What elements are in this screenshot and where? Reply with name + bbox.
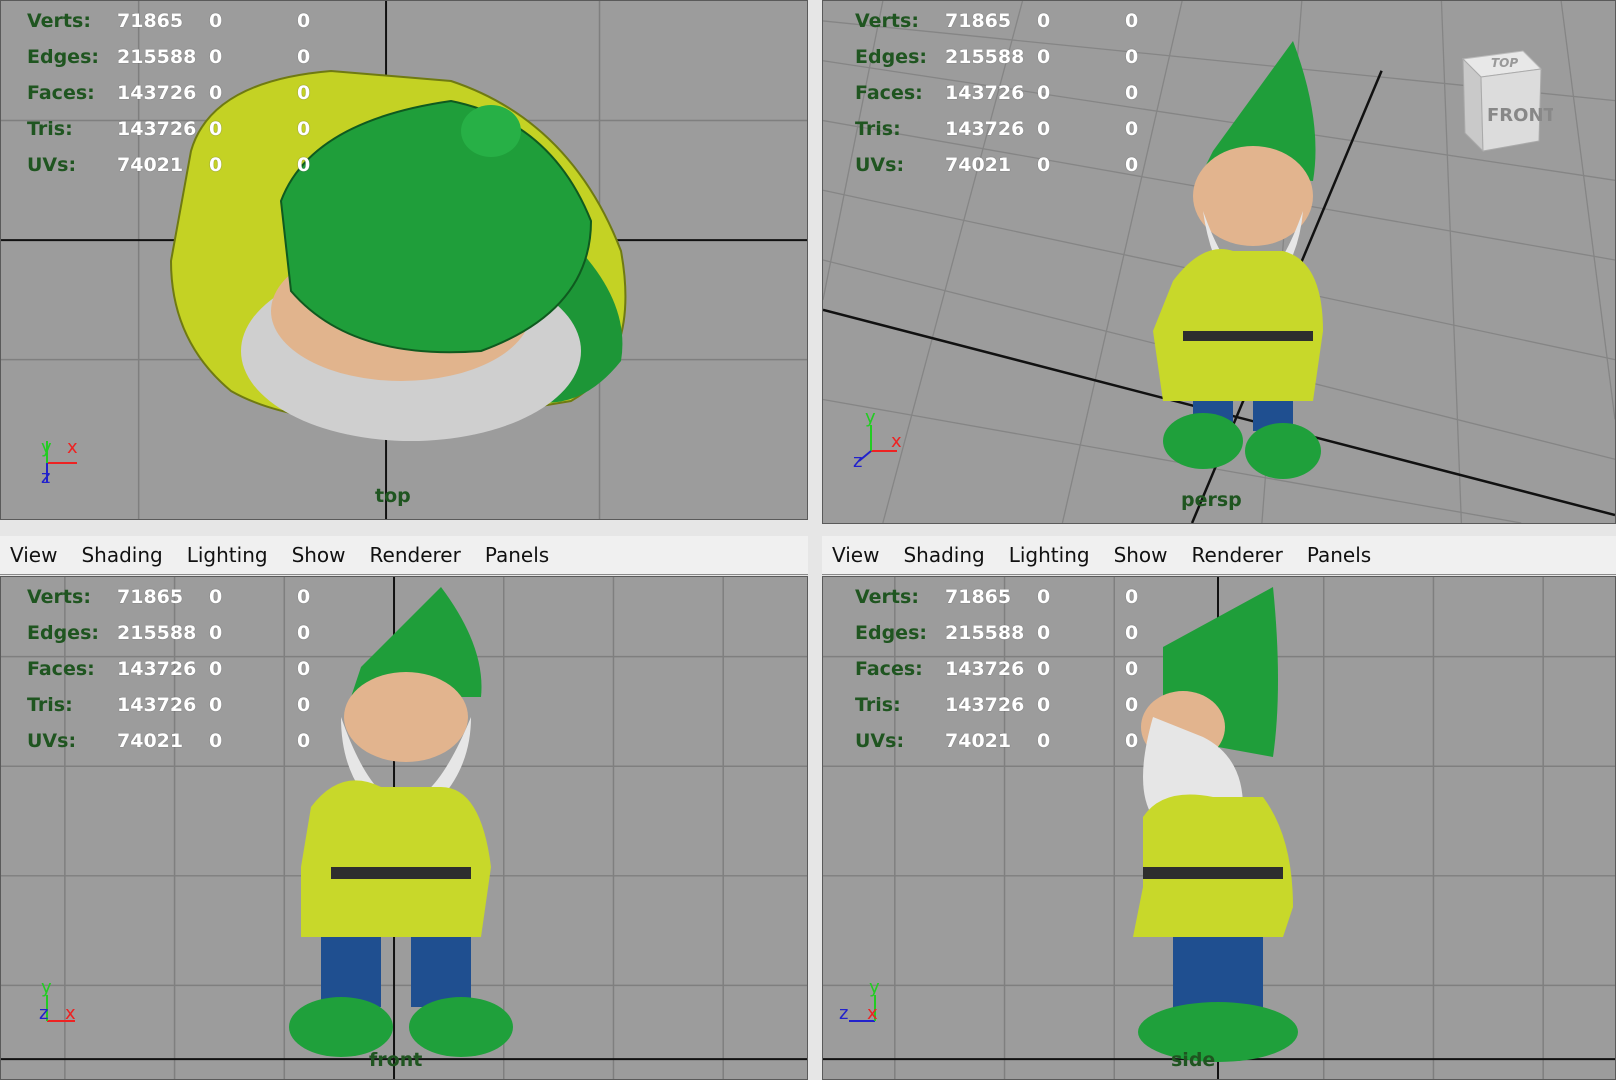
camera-label: persp <box>1181 489 1242 511</box>
axis-y-label: y <box>865 411 876 428</box>
axis-indicator: y z x <box>839 977 880 1024</box>
menu-lighting[interactable]: Lighting <box>187 543 268 567</box>
hud-row-tris: Tris: 143726 0 0 <box>855 694 1139 716</box>
poly-count-hud: Verts: 71865 0 0 Edges: 215588 0 0 Faces: 14372… <box>855 579 1165 759</box>
viewport-side[interactable]: y z x Verts: 71865 0 0 Edges: 215588 0 0 Faces… <box>822 576 1616 1080</box>
axis-x-label: x <box>891 431 902 452</box>
viewport-pane-persp[interactable]: TOP FRONT y x z Verts: 71865 0 0 Edges: 2155… <box>822 0 1616 524</box>
camera-label: side <box>1171 1049 1216 1071</box>
view-cube-top-label: TOP <box>1491 56 1518 70</box>
menu-view[interactable]: View <box>10 543 57 567</box>
viewport-pane-front[interactable]: View Shading Lighting Show Renderer Pane… <box>0 536 808 1080</box>
hud-row-faces: Faces: 143726 0 0 <box>27 82 311 104</box>
menu-renderer[interactable]: Renderer <box>370 543 461 567</box>
hud-row-uvs: UVs: 74021 0 0 <box>855 730 1139 752</box>
axis-y-label: y <box>41 977 52 998</box>
camera-label: front <box>369 1049 423 1071</box>
hud-row-verts: Verts: 71865 0 0 <box>855 10 1139 32</box>
axis-z-label: z <box>839 1003 848 1024</box>
viewport-top[interactable]: y x z Verts: 71865 0 0 Edges: 215588 0 0 Faces… <box>0 0 808 520</box>
hud-row-faces: Faces: 143726 0 0 <box>855 658 1139 680</box>
menu-panels[interactable]: Panels <box>1307 543 1371 567</box>
menu-lighting[interactable]: Lighting <box>1009 543 1090 567</box>
hud-row-verts: Verts: 71865 0 0 <box>855 586 1139 608</box>
hud-row-tris: Tris: 143726 0 0 <box>27 118 311 140</box>
poly-count-hud: Verts: 71865 0 0 Edges: 215588 0 0 Faces: 14372… <box>27 579 337 759</box>
viewport-pane-side[interactable]: View Shading Lighting Show Renderer Pane… <box>822 536 1616 1080</box>
hud-row-uvs: UVs: 74021 0 0 <box>27 730 311 752</box>
panel-menubar: View Shading Lighting Show Renderer Pane… <box>0 536 808 575</box>
axis-z-label: z <box>41 467 50 488</box>
axis-x-label: x <box>867 1003 878 1024</box>
view-cube[interactable]: TOP FRONT <box>1443 41 1553 161</box>
menu-view[interactable]: View <box>832 543 879 567</box>
menu-renderer[interactable]: Renderer <box>1192 543 1283 567</box>
hud-row-tris: Tris: 143726 0 0 <box>855 118 1139 140</box>
camera-label: top <box>375 485 411 507</box>
menu-show[interactable]: Show <box>1114 543 1168 567</box>
axis-x-label: x <box>65 1003 76 1024</box>
axis-indicator: y x z <box>41 437 78 488</box>
menu-show[interactable]: Show <box>292 543 346 567</box>
axis-y-label: y <box>41 437 52 458</box>
axis-indicator: y x z <box>853 411 902 471</box>
menu-panels[interactable]: Panels <box>485 543 549 567</box>
hud-row-edges: Edges: 215588 0 0 <box>855 622 1139 644</box>
poly-count-hud: Verts: 71865 0 0 Edges: 215588 0 0 Faces: 14372… <box>27 3 337 183</box>
hud-row-uvs: UVs: 74021 0 0 <box>855 154 1139 176</box>
hud-row-edges: Edges: 215588 0 0 <box>855 46 1139 68</box>
hud-row-uvs: UVs: 74021 0 0 <box>27 154 311 176</box>
axis-x-label: x <box>67 437 78 458</box>
poly-count-hud: Verts: 71865 0 0 Edges: 215588 0 0 Faces: 14372… <box>855 3 1165 183</box>
panel-menubar: View Shading Lighting Show Renderer Pane… <box>822 536 1616 575</box>
axis-z-label: z <box>39 1003 48 1024</box>
view-cube-front-label: FRONT <box>1487 105 1553 126</box>
viewport-persp[interactable]: TOP FRONT y x z Verts: 71865 0 0 Edges: 2155… <box>822 0 1616 524</box>
hud-row-faces: Faces: 143726 0 0 <box>27 658 311 680</box>
hud-row-tris: Tris: 143726 0 0 <box>27 694 311 716</box>
viewport-pane-top[interactable]: y x z Verts: 71865 0 0 Edges: 215588 0 0 Faces… <box>0 0 808 520</box>
hud-row-faces: Faces: 143726 0 0 <box>855 82 1139 104</box>
menu-shading[interactable]: Shading <box>81 543 162 567</box>
hud-row-edges: Edges: 215588 0 0 <box>27 46 311 68</box>
hud-row-verts: Verts: 71865 0 0 <box>27 10 311 32</box>
hud-row-edges: Edges: 215588 0 0 <box>27 622 311 644</box>
hud-row-verts: Verts: 71865 0 0 <box>27 586 311 608</box>
axis-z-label: z <box>853 451 862 471</box>
menu-shading[interactable]: Shading <box>903 543 984 567</box>
viewport-front[interactable]: y z x Verts: 71865 0 0 Edges: 215588 0 0 Faces… <box>0 576 808 1080</box>
axis-y-label: y <box>869 977 880 998</box>
axis-indicator: y z x <box>39 977 76 1024</box>
